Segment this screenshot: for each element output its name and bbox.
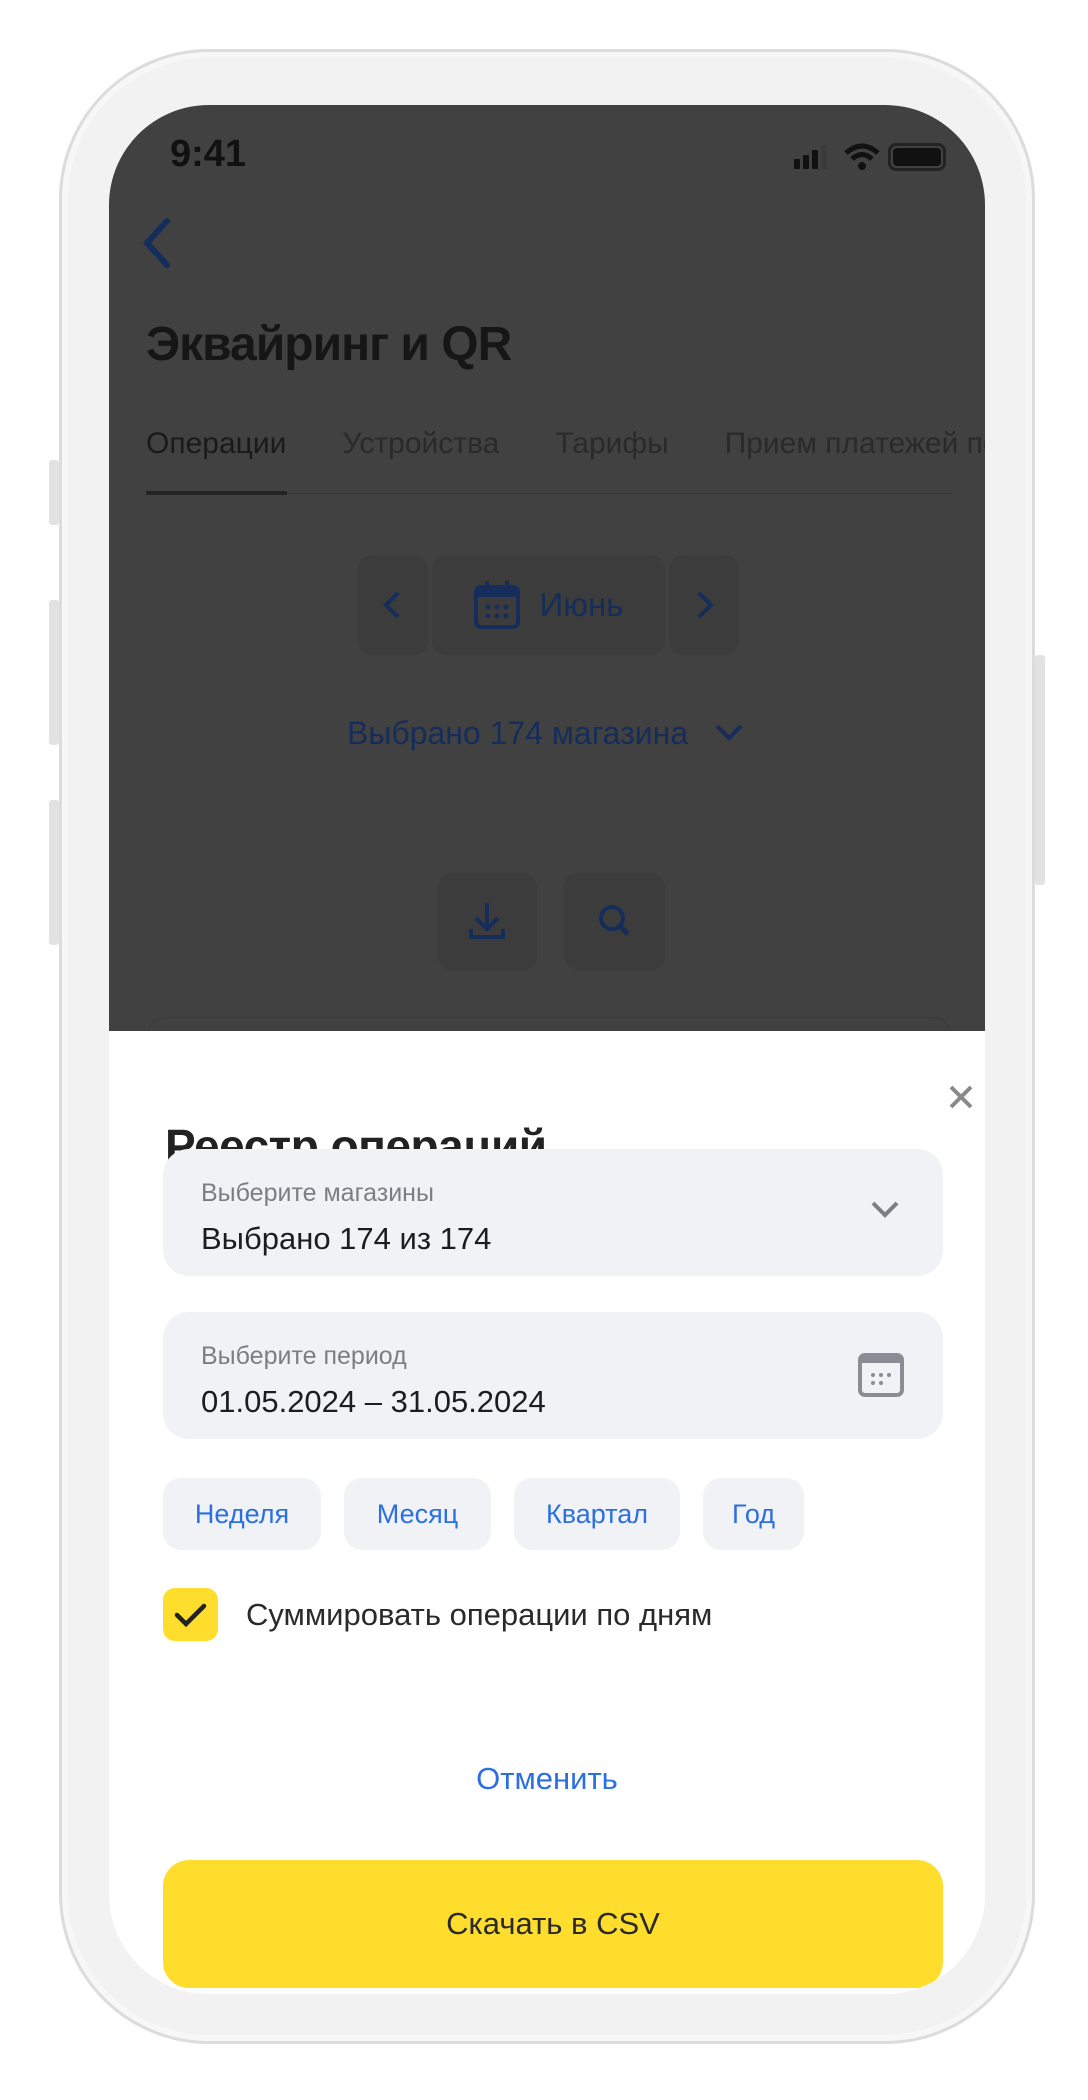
month-label: Июнь — [539, 586, 624, 623]
close-icon[interactable] — [943, 1079, 979, 1120]
stores-value: Выбрано 174 из 174 — [201, 1221, 492, 1256]
tab-bar: Операции Устройства Тарифы Прием платеже… — [146, 427, 985, 461]
wifi-icon — [844, 143, 880, 176]
page-title: Эквайринг и QR — [146, 318, 512, 371]
chip-quarter[interactable]: Квартал — [514, 1478, 680, 1550]
next-month-button[interactable] — [669, 555, 739, 655]
download-button[interactable] — [438, 873, 537, 970]
screen: 9:41 Эквайринг и QR Операции Устройства … — [109, 105, 985, 1994]
phone-volume-up-button — [49, 600, 59, 745]
sum-by-day-checkbox[interactable] — [163, 1588, 218, 1641]
checkmark-icon — [174, 1603, 207, 1628]
tab-active-indicator — [146, 491, 287, 495]
chip-week[interactable]: Неделя — [163, 1478, 321, 1550]
tab-devices[interactable]: Устройства — [342, 427, 499, 461]
calendar-icon — [473, 581, 520, 629]
chip-year[interactable]: Год — [703, 1478, 804, 1550]
signal-icon — [794, 145, 834, 174]
chevron-down-icon — [871, 1201, 899, 1218]
phone-power-button — [1035, 655, 1045, 885]
dimmed-background: 9:41 Эквайринг и QR Операции Устройства … — [109, 105, 985, 1105]
tab-operations[interactable]: Операции — [146, 427, 286, 461]
phone-volume-down-button — [49, 800, 59, 945]
period-input[interactable]: Выберите период 01.05.2024 – 31.05.2024 — [163, 1312, 943, 1439]
download-icon — [469, 903, 505, 939]
store-selector-label: Выбрано 174 магазина — [346, 715, 689, 751]
phone-mute-button — [49, 460, 59, 525]
search-button[interactable] — [564, 873, 665, 970]
prev-month-button[interactable] — [358, 555, 428, 655]
back-chevron-icon[interactable] — [137, 215, 177, 276]
search-icon — [599, 905, 630, 936]
chevron-down-icon — [715, 724, 743, 741]
stores-label: Выберите магазины — [201, 1179, 434, 1207]
chip-month[interactable]: Месяц — [344, 1478, 491, 1550]
tab-payments[interactable]: Прием платежей по — [725, 427, 985, 461]
download-csv-button[interactable]: Скачать в CSV — [163, 1860, 943, 1988]
period-value: 01.05.2024 – 31.05.2024 — [201, 1384, 546, 1419]
battery-icon — [888, 143, 946, 171]
tab-tariffs[interactable]: Тарифы — [555, 427, 668, 461]
store-selector[interactable]: Выбрано 174 магазина — [109, 715, 985, 752]
period-label: Выберите период — [201, 1342, 407, 1370]
status-time: 9:41 — [170, 133, 247, 175]
month-selector[interactable]: Июнь — [432, 555, 665, 655]
calendar-icon[interactable] — [857, 1352, 905, 1398]
sum-by-day-label: Суммировать операции по дням — [246, 1597, 713, 1632]
cancel-button[interactable]: Отменить — [109, 1761, 985, 1797]
stores-select[interactable]: Выберите магазины Выбрано 174 из 174 — [163, 1149, 943, 1276]
